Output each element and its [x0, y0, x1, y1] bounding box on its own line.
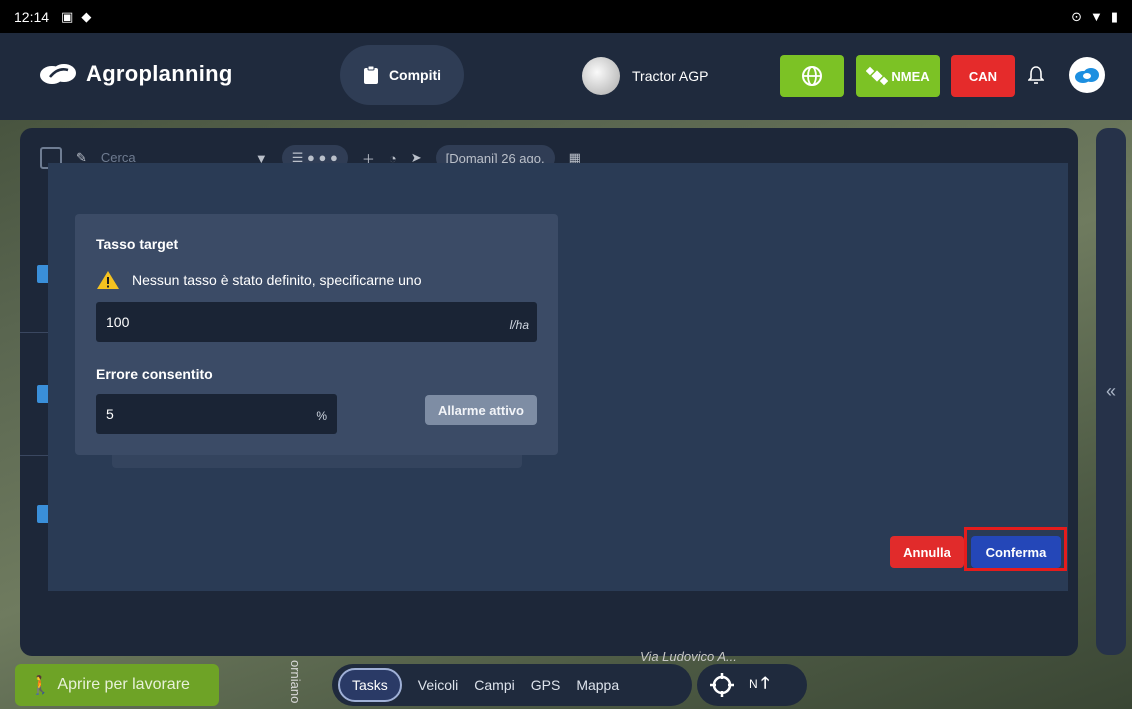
alarm-toggle-button[interactable]: Allarme attivo [425, 395, 537, 425]
can-label: CAN [968, 68, 998, 84]
map-controls: N 🡑 [697, 664, 807, 706]
clock: 12:14 [14, 8, 50, 25]
vehicle-avatar [582, 57, 620, 95]
north-label: N [749, 676, 758, 691]
image-notification-icon: ▣ [61, 8, 74, 24]
confirm-highlight-box [964, 527, 1067, 571]
vehicle-name: Tractor AGP [632, 68, 709, 84]
target-rate-input[interactable]: 100 l/ha [96, 302, 537, 342]
allowed-error-input[interactable]: 5 % [96, 394, 337, 434]
open-to-work-button[interactable]: 🚶 Aprire per lavorare [15, 664, 219, 706]
map-street-label: Via Ludovico A... [640, 649, 737, 664]
walking-person-icon: 🚶 [29, 674, 52, 695]
compass-button[interactable]: N 🡑 [749, 672, 769, 699]
row-divider [20, 455, 50, 456]
location-icon: ⊙ [1071, 8, 1082, 24]
network-button[interactable] [780, 55, 844, 97]
allowed-error-label: Errore consentito [96, 366, 213, 382]
bell-icon[interactable] [1028, 65, 1044, 85]
app-logo: Agroplanning [38, 61, 233, 87]
nav-mappa[interactable]: Mappa [576, 677, 619, 693]
open-to-work-label: Aprire per lavorare [57, 676, 190, 693]
satellite-icon [866, 66, 889, 86]
cloud-logo-icon [1075, 68, 1099, 83]
allowed-error-value: 5 [106, 406, 114, 422]
nav-veicoli[interactable]: Veicoli [418, 677, 458, 693]
tab-compiti[interactable]: Compiti [340, 45, 464, 105]
nav-tasks[interactable]: Tasks [338, 668, 402, 702]
warning-message: Nessun tasso è stato definito, specifica… [96, 270, 422, 290]
vehicle-selector[interactable]: Tractor AGP [582, 57, 709, 95]
target-rate-label: Tasso target [96, 236, 179, 252]
status-bar: 12:14 ▣ ◆ ⊙ ▼ ▮ [0, 0, 1132, 33]
double-chevron-left-icon: « [1105, 381, 1116, 401]
allowed-error-unit: % [316, 409, 327, 423]
nav-campi[interactable]: Campi [474, 677, 514, 693]
side-panel-handle[interactable]: « [1096, 128, 1126, 655]
globe-icon [802, 66, 822, 86]
target-rate-unit: l/ha [509, 318, 529, 332]
nmea-button[interactable]: NMEA [856, 55, 940, 97]
battery-icon: ▮ [1110, 8, 1118, 24]
warning-text: Nessun tasso è stato definito, specifica… [132, 272, 422, 288]
cancel-button[interactable]: Annulla [890, 536, 964, 568]
clipboard-icon [363, 65, 378, 84]
crosshair-icon[interactable] [709, 672, 735, 698]
tab-compiti-label: Compiti [388, 67, 442, 83]
wifi-icon: ▼ [1089, 8, 1103, 24]
can-button[interactable]: CAN [951, 55, 1015, 97]
bottom-navigation: Tasks Veicoli Campi GPS Mappa [332, 664, 692, 706]
map-place-label: orniano [288, 660, 303, 704]
row-divider [20, 332, 50, 333]
target-rate-value: 100 [106, 314, 130, 330]
nav-gps[interactable]: GPS [531, 677, 561, 693]
leaf-logo-icon [40, 64, 76, 84]
user-avatar[interactable] [1069, 57, 1105, 93]
app-name: Agroplanning [86, 61, 233, 86]
app-header: Agroplanning Compiti Tractor AGP NMEA CA… [0, 33, 1132, 120]
warning-icon [97, 271, 119, 289]
arrow-up-icon: 🡑 [761, 674, 770, 692]
diamond-notification-icon: ◆ [81, 8, 92, 24]
nmea-label: NMEA [891, 68, 930, 84]
